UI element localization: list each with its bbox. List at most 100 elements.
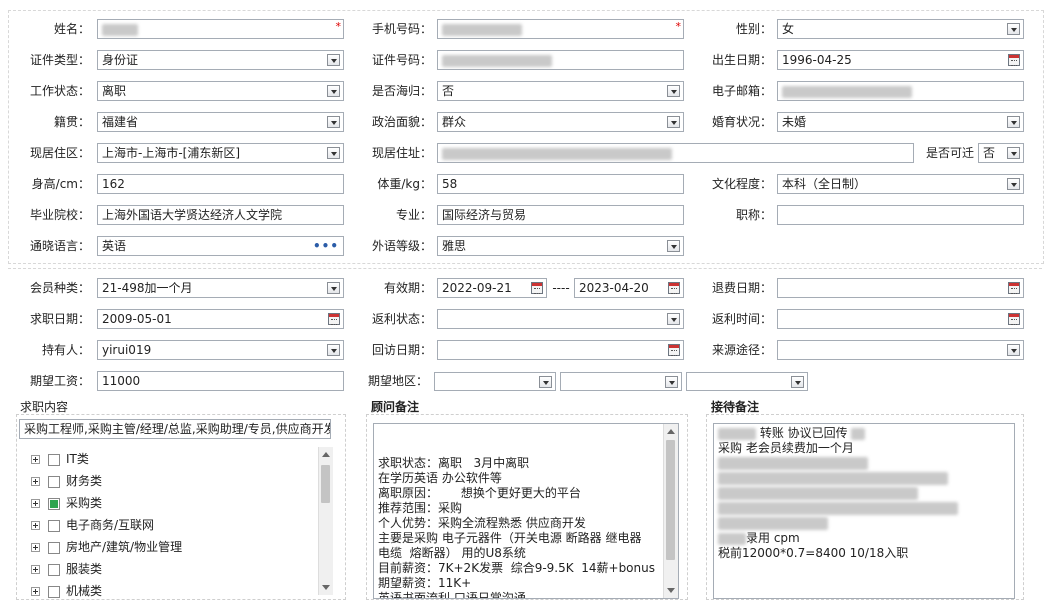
scroll-thumb[interactable] (321, 465, 330, 503)
region-province-select[interactable] (434, 372, 556, 391)
region-district-select[interactable] (686, 372, 808, 391)
expand-plus-icon[interactable] (31, 499, 40, 508)
validity-to-input[interactable]: 2023-04-20 (574, 278, 684, 298)
tree-item[interactable]: 采购类 (31, 493, 102, 513)
id-type-label: 证件类型： (29, 53, 90, 67)
category-checkbox[interactable] (48, 541, 60, 554)
chevron-down-icon[interactable] (667, 85, 680, 97)
tree-scrollbar[interactable] (318, 447, 333, 595)
major-input[interactable]: 国际经济与贸易 (437, 205, 684, 225)
residence-area-select[interactable]: 上海市-上海市-[浦东新区] (97, 143, 344, 163)
calendar-icon[interactable] (1008, 282, 1020, 294)
education-label: 文化程度： (711, 177, 772, 191)
source-select[interactable] (777, 340, 1024, 360)
scroll-down-icon[interactable] (667, 588, 675, 593)
chevron-down-icon[interactable] (327, 85, 340, 97)
rebate-status-select[interactable] (437, 309, 684, 329)
returnee-select[interactable]: 否 (437, 81, 684, 101)
chevron-down-icon[interactable] (667, 313, 680, 325)
tree-item[interactable]: 机械类 (31, 581, 102, 599)
tree-item[interactable]: 财务类 (31, 471, 102, 491)
region-city-select[interactable] (560, 372, 682, 391)
more-options-icon[interactable]: ••• (313, 239, 339, 253)
validity-from-input[interactable]: 2022-09-21 (437, 278, 547, 298)
expand-plus-icon[interactable] (31, 543, 40, 552)
job-content-summary[interactable]: 采购工程师,采购主管/经理/总监,采购助理/专员,供应商开发 (19, 419, 331, 439)
education-select[interactable]: 本科（全日制） (777, 174, 1024, 194)
name-input[interactable]: * (97, 19, 344, 39)
expand-plus-icon[interactable] (31, 521, 40, 530)
language-input[interactable]: 英语 ••• (97, 236, 344, 256)
native-select[interactable]: 福建省 (97, 112, 344, 132)
chevron-down-icon[interactable] (1007, 178, 1020, 190)
expand-plus-icon[interactable] (31, 455, 40, 464)
residence-area-label: 现居住区： (29, 146, 90, 160)
marital-value: 未婚 (782, 115, 807, 129)
work-status-select[interactable]: 离职 (97, 81, 344, 101)
calendar-icon[interactable] (668, 344, 680, 356)
rebate-time-input[interactable] (777, 309, 1024, 329)
salary-input[interactable]: 11000 (97, 371, 344, 391)
id-type-select[interactable]: 身份证 (97, 50, 344, 70)
refund-date-input[interactable] (777, 278, 1024, 298)
calendar-icon[interactable] (1008, 54, 1020, 66)
weight-input[interactable]: 58 (437, 174, 684, 194)
category-checkbox[interactable] (48, 475, 60, 488)
scroll-down-icon[interactable] (322, 585, 330, 590)
political-select[interactable]: 群众 (437, 112, 684, 132)
tree-item[interactable]: 服装类 (31, 559, 102, 579)
expand-plus-icon[interactable] (31, 565, 40, 574)
calendar-icon[interactable] (1008, 313, 1020, 325)
calendar-icon[interactable] (531, 282, 543, 294)
chevron-down-icon[interactable] (667, 240, 680, 252)
school-input[interactable]: 上海外国语大学贤达经济人文学院 (97, 205, 344, 225)
consultant-notes-textarea[interactable]: 求职状态：离职 3月中离职 在学历英语 办公软件等 离职原因： 想换个更好更大的平台… (373, 423, 679, 599)
calendar-icon[interactable] (328, 313, 340, 325)
lang-level-select[interactable]: 雅思 (437, 236, 684, 256)
chevron-down-icon[interactable] (667, 116, 680, 128)
chevron-down-icon[interactable] (327, 147, 340, 159)
height-input[interactable]: 162 (97, 174, 344, 194)
chevron-down-icon[interactable] (1007, 116, 1020, 128)
address-label: 现居住址： (371, 146, 432, 160)
title-input[interactable] (777, 205, 1024, 225)
phone-input[interactable]: * (437, 19, 684, 39)
category-checkbox[interactable] (48, 563, 60, 576)
chevron-down-icon[interactable] (1007, 23, 1020, 35)
scroll-up-icon[interactable] (322, 452, 330, 457)
chevron-down-icon[interactable] (327, 54, 340, 66)
category-checkbox[interactable] (48, 497, 60, 510)
scroll-thumb[interactable] (666, 440, 675, 560)
chevron-down-icon[interactable] (539, 376, 552, 388)
reception-notes-textarea[interactable]: 转账 协议已回传 采购 老会员续费加一个月 录用 cpm 税前12000*0.7… (713, 423, 1015, 599)
chevron-down-icon[interactable] (1007, 147, 1020, 159)
notes-scrollbar[interactable] (663, 424, 678, 598)
visit-date-input[interactable] (437, 340, 684, 360)
movable-select[interactable]: 否 (978, 143, 1024, 163)
birth-date-input[interactable]: 1996-04-25 (777, 50, 1024, 70)
gender-select[interactable]: 女 (777, 19, 1024, 39)
address-input[interactable] (437, 143, 914, 163)
expand-plus-icon[interactable] (31, 477, 40, 486)
chevron-down-icon[interactable] (665, 376, 678, 388)
marital-select[interactable]: 未婚 (777, 112, 1024, 132)
chevron-down-icon[interactable] (327, 116, 340, 128)
chevron-down-icon[interactable] (1007, 344, 1020, 356)
holder-select[interactable]: yirui019 (97, 340, 344, 360)
email-input[interactable] (777, 81, 1024, 101)
chevron-down-icon[interactable] (327, 344, 340, 356)
tree-item[interactable]: 电子商务/互联网 (31, 515, 154, 535)
chevron-down-icon[interactable] (791, 376, 804, 388)
member-type-select[interactable]: 21-498加一个月 (97, 278, 344, 298)
tree-item[interactable]: 房地产/建筑/物业管理 (31, 537, 182, 557)
scroll-up-icon[interactable] (667, 429, 675, 434)
id-no-input[interactable] (437, 50, 684, 70)
expand-plus-icon[interactable] (31, 587, 40, 596)
job-date-input[interactable]: 2009-05-01 (97, 309, 344, 329)
category-checkbox[interactable] (48, 453, 60, 466)
chevron-down-icon[interactable] (327, 282, 340, 294)
category-checkbox[interactable] (48, 585, 60, 598)
calendar-icon[interactable] (668, 282, 680, 294)
tree-item[interactable]: IT类 (31, 449, 89, 469)
category-checkbox[interactable] (48, 519, 60, 532)
